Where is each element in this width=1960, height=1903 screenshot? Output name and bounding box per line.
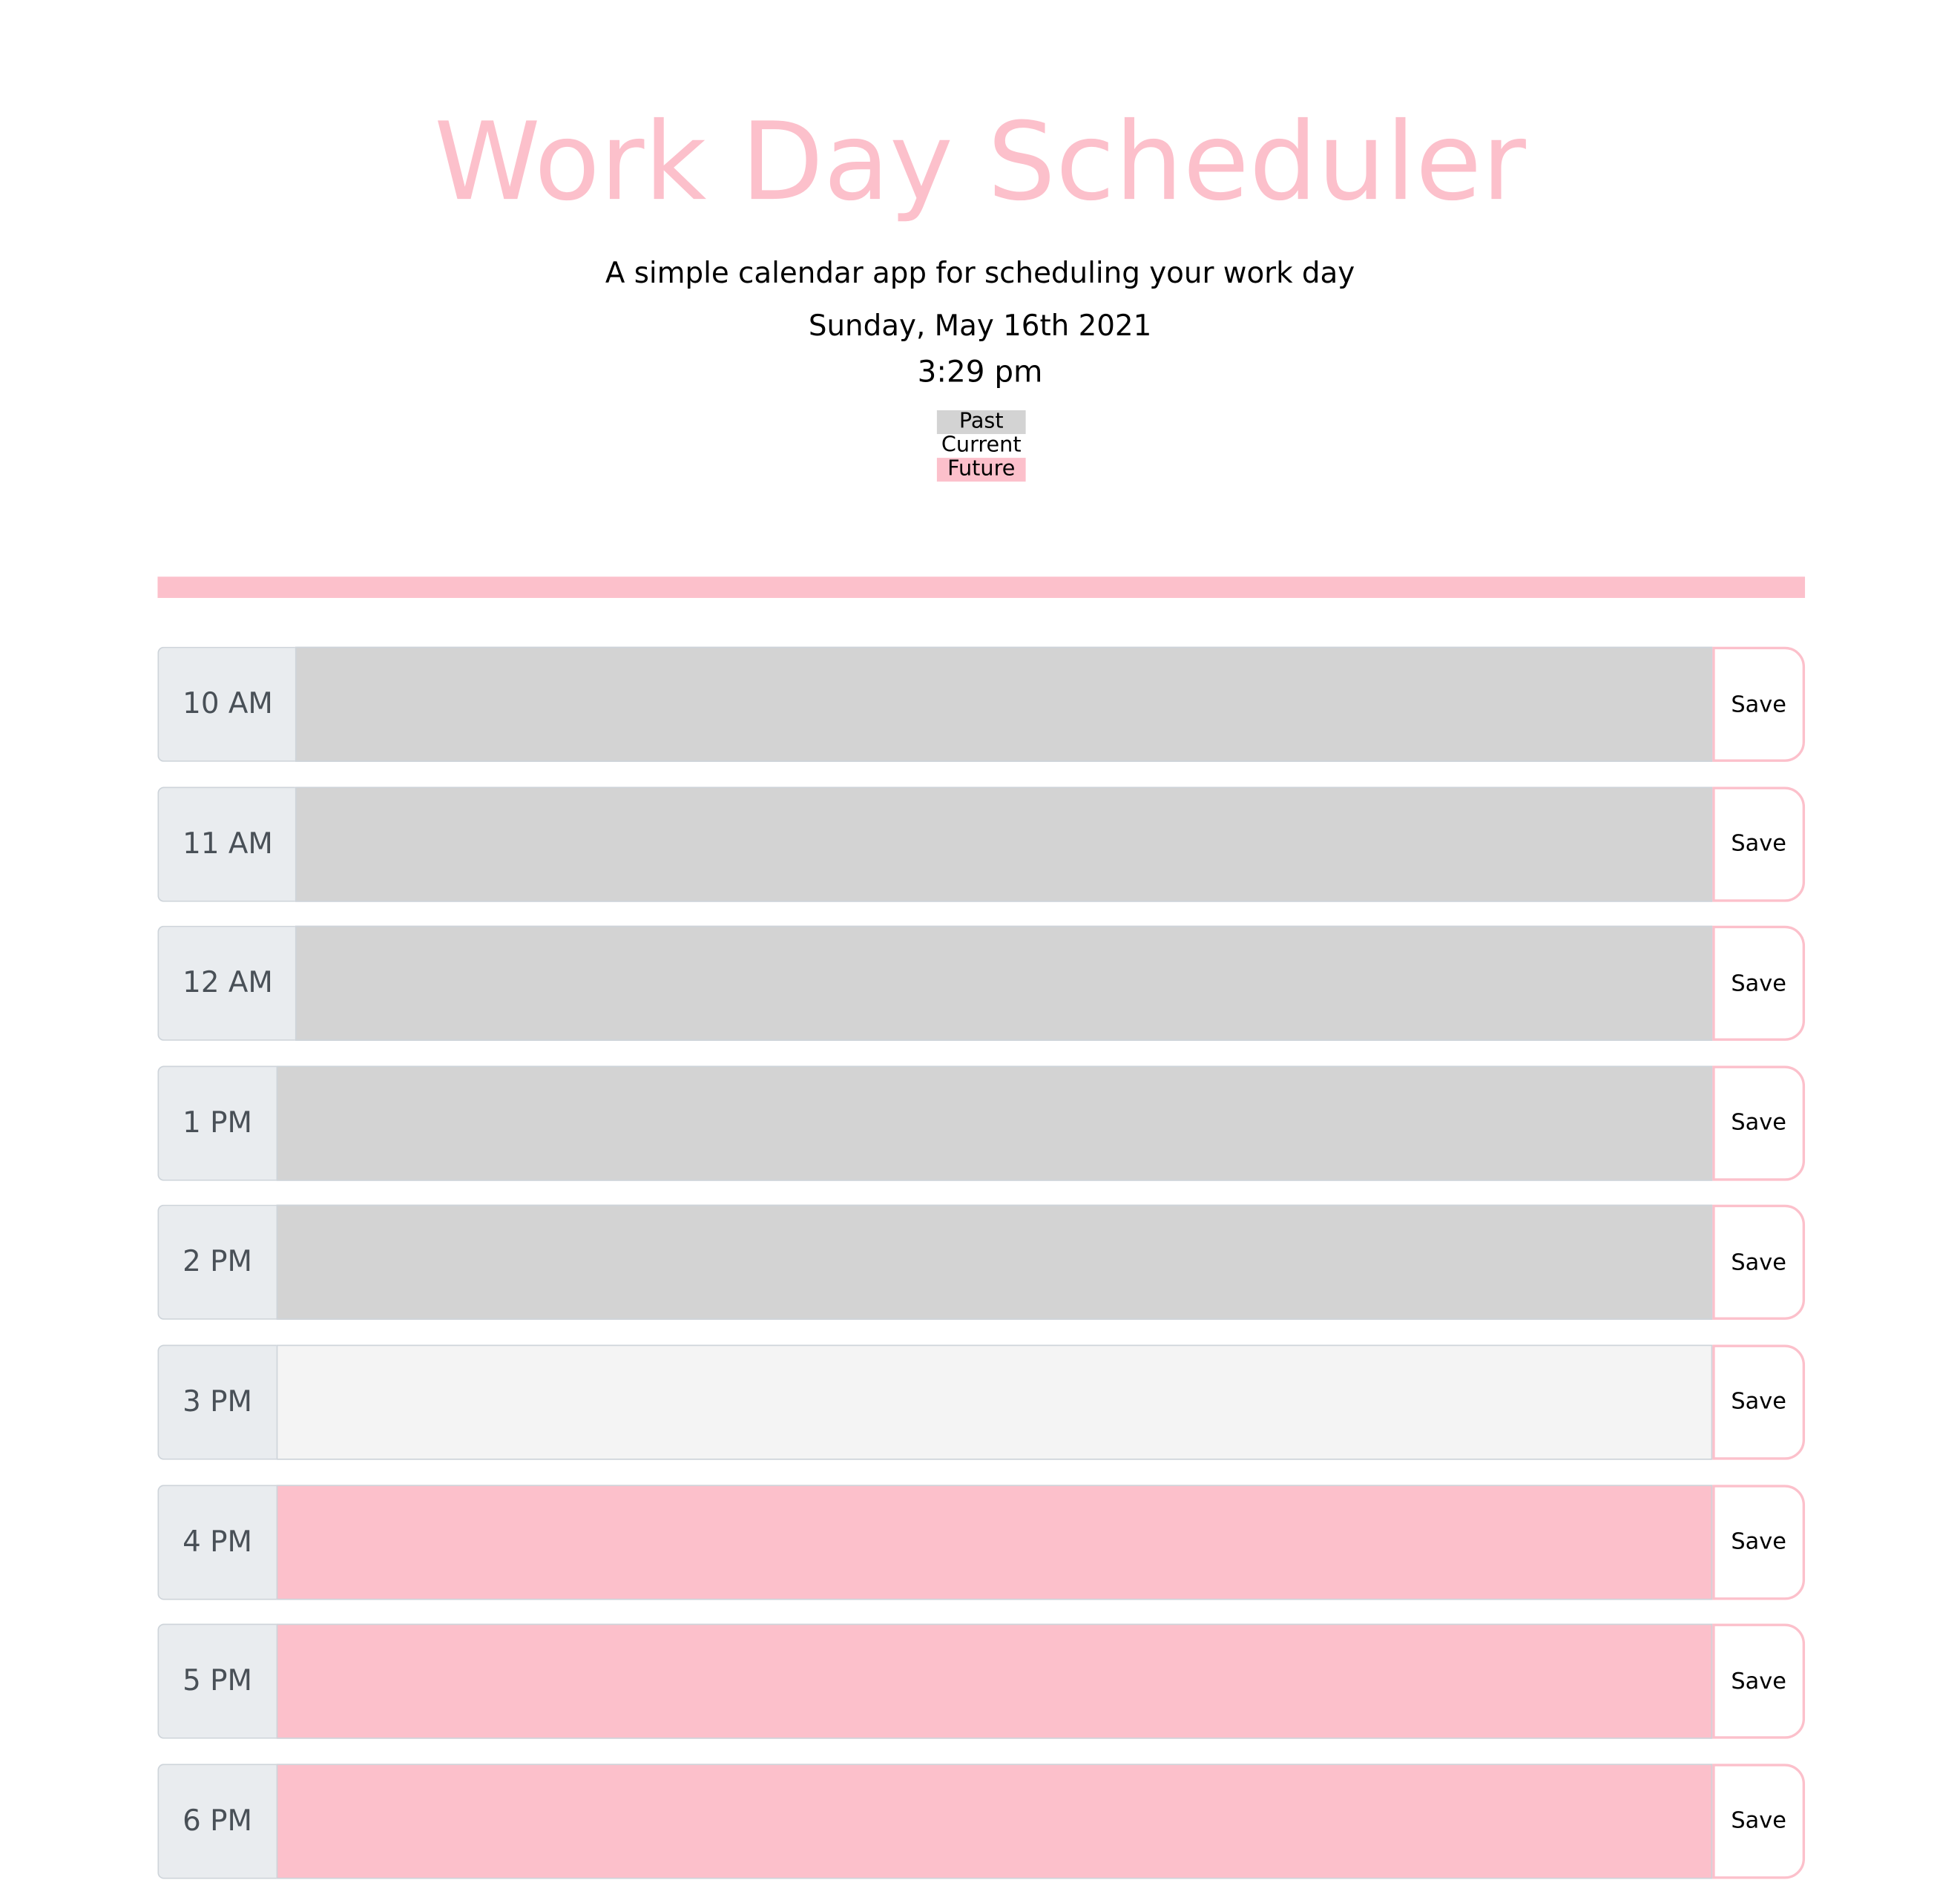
save-button[interactable]: Save [1712,926,1806,1042]
hour-label: 1 PM [157,1065,277,1181]
hour-label: 3 PM [157,1344,277,1460]
time-block: 5 PM Save [157,1623,1806,1739]
task-input[interactable] [276,1205,1713,1321]
legend-future: Future [936,457,1026,482]
page-title: Work Day Scheduler [434,99,1526,226]
time-block: 2 PM Save [157,1205,1806,1321]
save-button[interactable]: Save [1712,1623,1806,1739]
save-button[interactable]: Save [1712,1065,1806,1181]
save-button[interactable]: Save [1712,646,1806,762]
task-input[interactable] [295,646,1713,762]
page: Work Day Scheduler A simple calendar app… [0,0,1960,1902]
save-button[interactable]: Save [1712,786,1806,901]
hour-label: 5 PM [157,1623,277,1739]
hour-label: 11 AM [157,786,295,901]
time-block: 11 AM Save [157,786,1806,901]
current-date: Sunday, May 16th 2021 [808,310,1152,343]
task-input[interactable] [276,1623,1713,1739]
task-input[interactable] [276,1344,1713,1460]
save-button[interactable]: Save [1712,1484,1806,1600]
task-input[interactable] [295,926,1713,1042]
legend-current: Current [936,433,1026,459]
task-input[interactable] [276,1763,1713,1879]
time-block: 3 PM Save [157,1344,1806,1460]
current-time: 3:29 pm [917,354,1043,390]
time-block: 4 PM Save [157,1484,1806,1600]
hour-label: 12 AM [157,926,295,1042]
time-block: 10 AM Save [157,646,1806,762]
hour-label: 2 PM [157,1205,277,1321]
task-input[interactable] [276,1065,1713,1181]
time-block-list: 10 AM Save 11 AM Save 12 AM Save 1 PM Sa… [157,646,1806,1903]
header-divider [157,576,1806,598]
save-button[interactable]: Save [1712,1344,1806,1460]
task-input[interactable] [276,1484,1713,1600]
color-legend: Past Current Future [936,410,1026,482]
hour-label: 6 PM [157,1763,277,1879]
hour-label: 4 PM [157,1484,277,1600]
page-subtitle: A simple calendar app for scheduling you… [605,257,1355,291]
save-button[interactable]: Save [1712,1763,1806,1879]
legend-past: Past [936,410,1026,435]
hour-label: 10 AM [157,646,295,762]
task-input[interactable] [295,786,1713,901]
time-block: 12 AM Save [157,926,1806,1042]
time-block: 1 PM Save [157,1065,1806,1181]
save-button[interactable]: Save [1712,1205,1806,1321]
time-block: 6 PM Save [157,1763,1806,1879]
